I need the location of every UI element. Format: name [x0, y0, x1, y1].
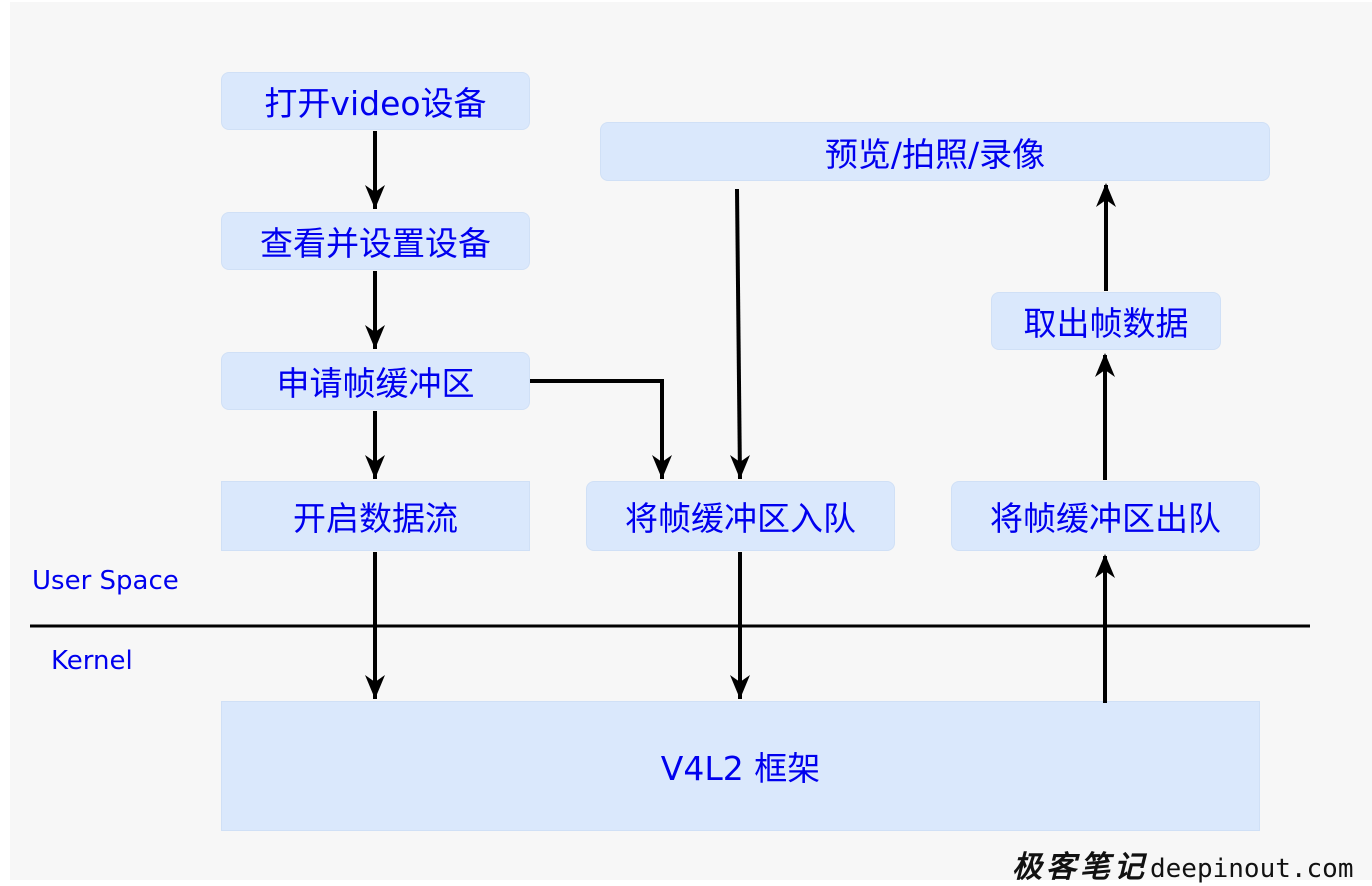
node-query-set-device-label: 查看并设置设备: [260, 224, 491, 263]
node-dequeue-buffer-label: 将帧缓冲区出队: [990, 499, 1221, 538]
watermark-domain: deepinout.com: [1150, 854, 1354, 884]
node-request-buffers-label: 申请帧缓冲区: [276, 364, 475, 403]
node-open-device-label: 打开video设备: [264, 84, 487, 123]
node-request-buffers: 申请帧缓冲区: [221, 352, 530, 410]
node-stream-on: 开启数据流: [221, 481, 530, 551]
node-v4l2-framework-label: V4L2 框架: [660, 749, 821, 788]
node-preview-capture-record-label: 预览/拍照/录像: [824, 134, 1046, 174]
watermark: 极客笔记 deepinout.com: [1012, 842, 1354, 886]
region-label-user-space: User Space: [32, 566, 179, 596]
node-fetch-frame: 取出帧数据: [991, 292, 1221, 350]
node-stream-on-label: 开启数据流: [293, 499, 458, 538]
region-label-kernel: Kernel: [51, 646, 133, 676]
node-fetch-frame-label: 取出帧数据: [1023, 304, 1189, 343]
node-open-device: 打开video设备: [221, 72, 530, 130]
node-query-set-device: 查看并设置设备: [221, 212, 530, 270]
node-v4l2-framework: V4L2 框架: [221, 701, 1260, 831]
node-dequeue-buffer: 将帧缓冲区出队: [951, 481, 1260, 551]
watermark-brand: 极客笔记: [1012, 850, 1148, 885]
node-queue-buffer: 将帧缓冲区入队: [586, 481, 895, 551]
node-preview-capture-record: 预览/拍照/录像: [600, 122, 1270, 181]
node-queue-buffer-label: 将帧缓冲区入队: [625, 499, 856, 538]
